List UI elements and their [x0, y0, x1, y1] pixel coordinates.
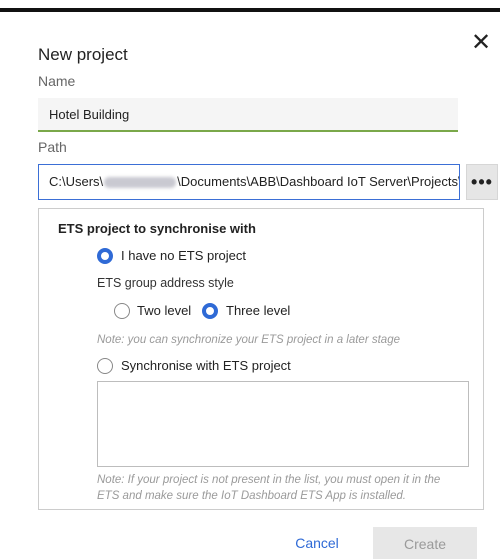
sync-ets-project-label: Synchronise with ETS project: [121, 358, 291, 373]
close-icon[interactable]: ✕: [470, 31, 492, 55]
redacted-username: [104, 177, 177, 189]
two-level-radio[interactable]: [114, 303, 130, 319]
group-address-style-label: ETS group address style: [97, 276, 234, 290]
path-label: Path: [38, 139, 67, 155]
browse-path-button[interactable]: •••: [466, 164, 498, 200]
project-path-input[interactable]: C:\Users\ \Documents\ABB\Dashboard IoT Se…: [38, 164, 460, 200]
ets-heading: ETS project to synchronise with: [58, 221, 256, 236]
new-project-dialog: New project ✕ Name Path C:\Users\ \Docume…: [0, 0, 500, 559]
name-label: Name: [38, 73, 76, 89]
create-button[interactable]: Create: [373, 527, 477, 559]
note-list-line2: ETS and make sure the IoT Dashboard ETS …: [97, 490, 406, 502]
path-prefix: C:\Users\: [49, 174, 104, 189]
path-suffix: \Documents\ABB\Dashboard IoT Server\Proj…: [177, 174, 460, 189]
project-name-input[interactable]: [38, 98, 458, 132]
ets-project-list[interactable]: [97, 381, 469, 467]
dialog-title: New project: [38, 45, 128, 64]
no-ets-project-radio[interactable]: [97, 248, 113, 264]
three-level-label: Three level: [226, 303, 291, 318]
note-list-line1: Note: If your project is not present in …: [97, 474, 441, 486]
three-level-radio[interactable]: [202, 303, 218, 319]
ellipsis-icon: •••: [471, 171, 493, 192]
sync-ets-project-radio[interactable]: [97, 358, 113, 374]
no-ets-project-label: I have no ETS project: [121, 248, 247, 263]
two-level-label: Two level: [137, 303, 192, 318]
cancel-button[interactable]: Cancel: [272, 527, 362, 559]
note-later-stage: Note: you can synchronize your ETS proje…: [97, 334, 400, 346]
